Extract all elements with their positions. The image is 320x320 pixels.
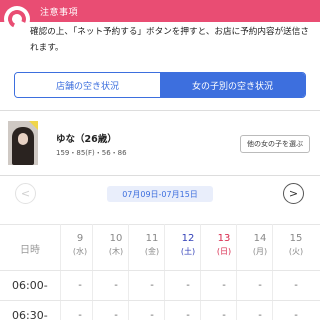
availability-tabs: 店舗の空き状況 女の子別の空き状況 <box>14 72 306 98</box>
day-number: 12 <box>181 233 195 244</box>
time-slot-label: 06:30- <box>12 309 48 320</box>
slot-cell[interactable]: - <box>67 280 93 291</box>
slot-cell[interactable]: - <box>247 310 273 320</box>
weekday: (月) <box>252 247 268 256</box>
girl-name: ゆな（26歳） <box>56 134 117 145</box>
slot-cell[interactable]: - <box>175 310 201 320</box>
notice-header: 注意事項 <box>0 0 320 22</box>
slot-cell[interactable]: - <box>139 280 165 291</box>
day-header: 15 (火) <box>283 232 309 258</box>
divider <box>0 110 320 111</box>
weekday: (水) <box>72 247 88 256</box>
notice-icon <box>4 6 30 32</box>
day-number: 11 <box>145 233 159 244</box>
weekday: (土) <box>180 247 196 256</box>
chevron-right-icon: > <box>288 187 299 200</box>
day-header: 10 (木) <box>103 232 129 258</box>
slot-cell[interactable]: - <box>283 310 309 320</box>
day-header-saturday: 12 (土) <box>175 232 201 258</box>
notice-title: 注意事項 <box>40 8 79 18</box>
day-number: 9 <box>76 233 84 244</box>
day-number: 13 <box>217 233 231 244</box>
day-number: 10 <box>109 233 123 244</box>
weekday: (金) <box>144 247 160 256</box>
grid-line <box>60 224 61 320</box>
tab-store-availability[interactable]: 店舗の空き状況 <box>15 73 160 97</box>
divider <box>0 175 320 176</box>
slot-cell[interactable]: - <box>103 310 129 320</box>
slot-cell[interactable]: - <box>175 280 201 291</box>
day-number: 14 <box>253 233 267 244</box>
slot-cell[interactable]: - <box>103 280 129 291</box>
notice-text: 確認の上、「ネット予約する」ボタンを押すと、お店に予約内容が送信されます。 <box>30 27 309 53</box>
weekday: (日) <box>216 247 232 256</box>
chevron-left-icon: < <box>20 187 31 200</box>
prev-week-button[interactable]: < <box>15 183 36 204</box>
grid-line <box>0 270 320 271</box>
day-header: 9 (水) <box>67 232 93 258</box>
slot-cell[interactable]: - <box>247 280 273 291</box>
weekday: (火) <box>288 247 304 256</box>
girl-stats: 159・85(F)・56・86 <box>56 149 127 157</box>
day-header: 14 (月) <box>247 232 273 258</box>
next-week-button[interactable]: > <box>283 183 304 204</box>
weekday: (木) <box>108 247 124 256</box>
slot-cell[interactable]: - <box>211 280 237 291</box>
girl-photo[interactable] <box>8 121 38 165</box>
tab-girl-availability[interactable]: 女の子別の空き状況 <box>160 73 305 97</box>
day-header-sunday: 13 (日) <box>211 232 237 258</box>
datetime-header: 日時 <box>20 245 40 256</box>
day-header: 11 (金) <box>139 232 165 258</box>
grid-line <box>0 300 320 301</box>
date-range-selector[interactable]: 07月09日-07月15日 <box>107 186 213 202</box>
time-slot-label: 06:00- <box>12 279 48 292</box>
slot-cell[interactable]: - <box>211 310 237 320</box>
slot-cell[interactable]: - <box>67 310 93 320</box>
choose-other-girl-button[interactable]: 他の女の子を選ぶ <box>240 135 310 153</box>
day-number: 15 <box>289 233 303 244</box>
slot-cell[interactable]: - <box>139 310 165 320</box>
slot-cell[interactable]: - <box>283 280 309 291</box>
